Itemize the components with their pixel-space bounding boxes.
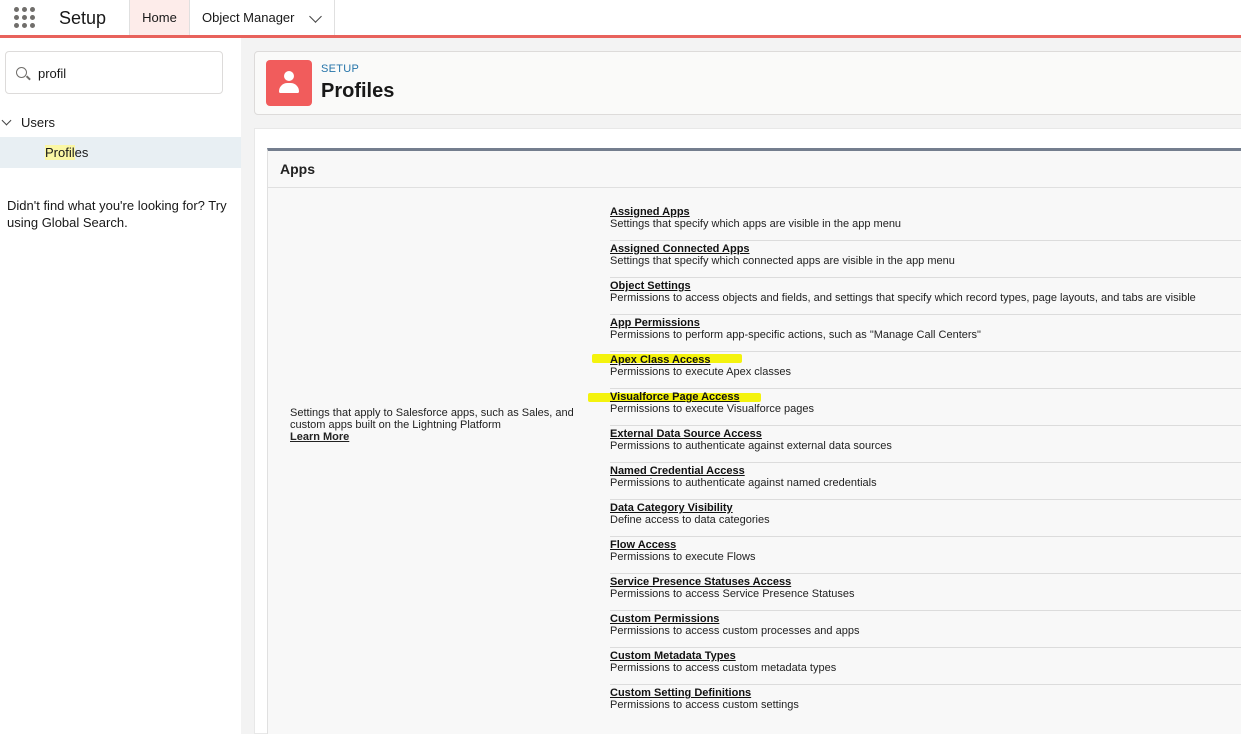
list-item: Custom Permissions Permissions to access … — [610, 611, 1241, 648]
settings-link[interactable]: Custom Metadata Types — [610, 650, 736, 662]
search-icon — [16, 67, 27, 78]
main-content: SETUP Profiles Apps Settings that apply … — [241, 38, 1241, 734]
settings-link-description: Permissions to access custom processes a… — [610, 625, 860, 637]
app-name: Setup — [59, 8, 107, 28]
tab-home[interactable]: Home — [129, 0, 190, 35]
list-item: External Data Source Access Permissions t… — [610, 426, 1241, 463]
learn-more-link[interactable]: Learn More — [290, 431, 590, 443]
tab-object-manager[interactable]: Object Manager — [190, 0, 335, 35]
list-item: Apex Class Access Permissions to execute … — [592, 352, 1241, 389]
page-header: SETUP Profiles — [254, 51, 1241, 115]
settings-link-description: Permissions to execute Visualforce pages — [610, 403, 815, 415]
settings-link[interactable]: Object Settings — [610, 280, 691, 292]
tree-node-users[interactable]: Users — [0, 112, 241, 134]
settings-link-description: Permissions to execute Flows — [610, 551, 756, 563]
settings-link[interactable]: Flow Access — [610, 539, 676, 551]
settings-link-description: Permissions to execute Apex classes — [610, 366, 791, 378]
list-item: Custom Metadata Types Permissions to acce… — [610, 648, 1241, 685]
settings-link-description: Permissions to access custom metadata ty… — [610, 662, 837, 674]
list-item: Assigned Connected Apps Settings that spe… — [610, 241, 1241, 278]
settings-link[interactable]: Custom Setting Definitions — [610, 687, 751, 699]
tree-node-profiles-rest: es — [74, 145, 89, 160]
settings-link[interactable]: Visualforce Page Access — [610, 391, 740, 403]
apps-link-list: Assigned Apps Settings that specify which… — [588, 204, 1241, 722]
settings-link[interactable]: Assigned Apps — [610, 206, 690, 218]
settings-link[interactable]: App Permissions — [610, 317, 700, 329]
global-header: Setup Home Object Manager — [0, 0, 1241, 38]
tree-node-profiles-label: Profiles — [45, 145, 88, 160]
settings-link[interactable]: Data Category Visibility — [610, 502, 733, 514]
list-item: Object Settings Permissions to access obj… — [610, 278, 1241, 315]
list-item: Flow Access Permissions to execute Flows — [610, 537, 1241, 574]
settings-link-description: Settings that specify which connected ap… — [610, 255, 955, 267]
tab-object-manager-label: Object Manager — [202, 10, 295, 25]
settings-link-description: Permissions to access custom settings — [610, 699, 799, 711]
chevron-down-icon[interactable] — [1, 115, 12, 126]
list-item: Assigned Apps Settings that specify which… — [610, 204, 1241, 241]
search-match-highlight: Profil — [45, 145, 75, 160]
list-item: Named Credential Access Permissions to au… — [610, 463, 1241, 500]
settings-link-description: Permissions to authenticate against name… — [610, 477, 877, 489]
list-item: App Permissions Permissions to perform ap… — [610, 315, 1241, 352]
chevron-down-icon[interactable] — [309, 10, 322, 23]
settings-link-description: Permissions to perform app-specific acti… — [610, 329, 981, 341]
apps-section-header: Apps — [268, 151, 1241, 188]
settings-link-description: Permissions to access objects and fields… — [610, 292, 1196, 304]
settings-link-description: Permissions to authenticate against exte… — [610, 440, 892, 452]
user-icon — [266, 60, 312, 106]
settings-link-description: Settings that specify which apps are vis… — [610, 218, 902, 230]
tree-node-profiles[interactable]: Profiles — [0, 137, 241, 168]
settings-link[interactable]: Named Credential Access — [610, 465, 745, 477]
apps-section: Apps Settings that apply to Salesforce a… — [267, 148, 1241, 734]
breadcrumb[interactable]: SETUP — [321, 63, 359, 75]
settings-link-description: Permissions to access Service Presence S… — [610, 588, 855, 600]
settings-link[interactable]: Custom Permissions — [610, 613, 719, 625]
settings-link[interactable]: External Data Source Access — [610, 428, 762, 440]
section-title: Apps — [280, 161, 315, 177]
page-title: Profiles — [321, 80, 395, 102]
content-card: Apps Settings that apply to Salesforce a… — [254, 128, 1241, 734]
not-found-message: Didn't find what you're looking for? Try… — [7, 198, 227, 230]
app-launcher-icon[interactable] — [14, 7, 38, 31]
settings-link[interactable]: Apex Class Access — [610, 354, 711, 366]
tree-node-users-label: Users — [21, 115, 55, 130]
setup-sidebar: Users Profiles Didn't find what you're l… — [0, 38, 241, 734]
settings-link-description: Define access to data categories — [610, 514, 770, 526]
list-item: Data Category Visibility Define access to… — [610, 500, 1241, 537]
quick-find-input[interactable] — [38, 63, 208, 83]
quick-find-box — [5, 51, 223, 94]
list-item: Service Presence Statuses Access Permissi… — [610, 574, 1241, 611]
settings-link[interactable]: Service Presence Statuses Access — [610, 576, 791, 588]
section-description-text: Settings that apply to Salesforce apps, … — [290, 407, 574, 431]
list-item: Custom Setting Definitions Permissions to… — [610, 685, 1241, 722]
section-description: Settings that apply to Salesforce apps, … — [290, 407, 590, 443]
list-item: Visualforce Page Access Permissions to ex… — [588, 389, 1241, 426]
settings-link[interactable]: Assigned Connected Apps — [610, 243, 750, 255]
